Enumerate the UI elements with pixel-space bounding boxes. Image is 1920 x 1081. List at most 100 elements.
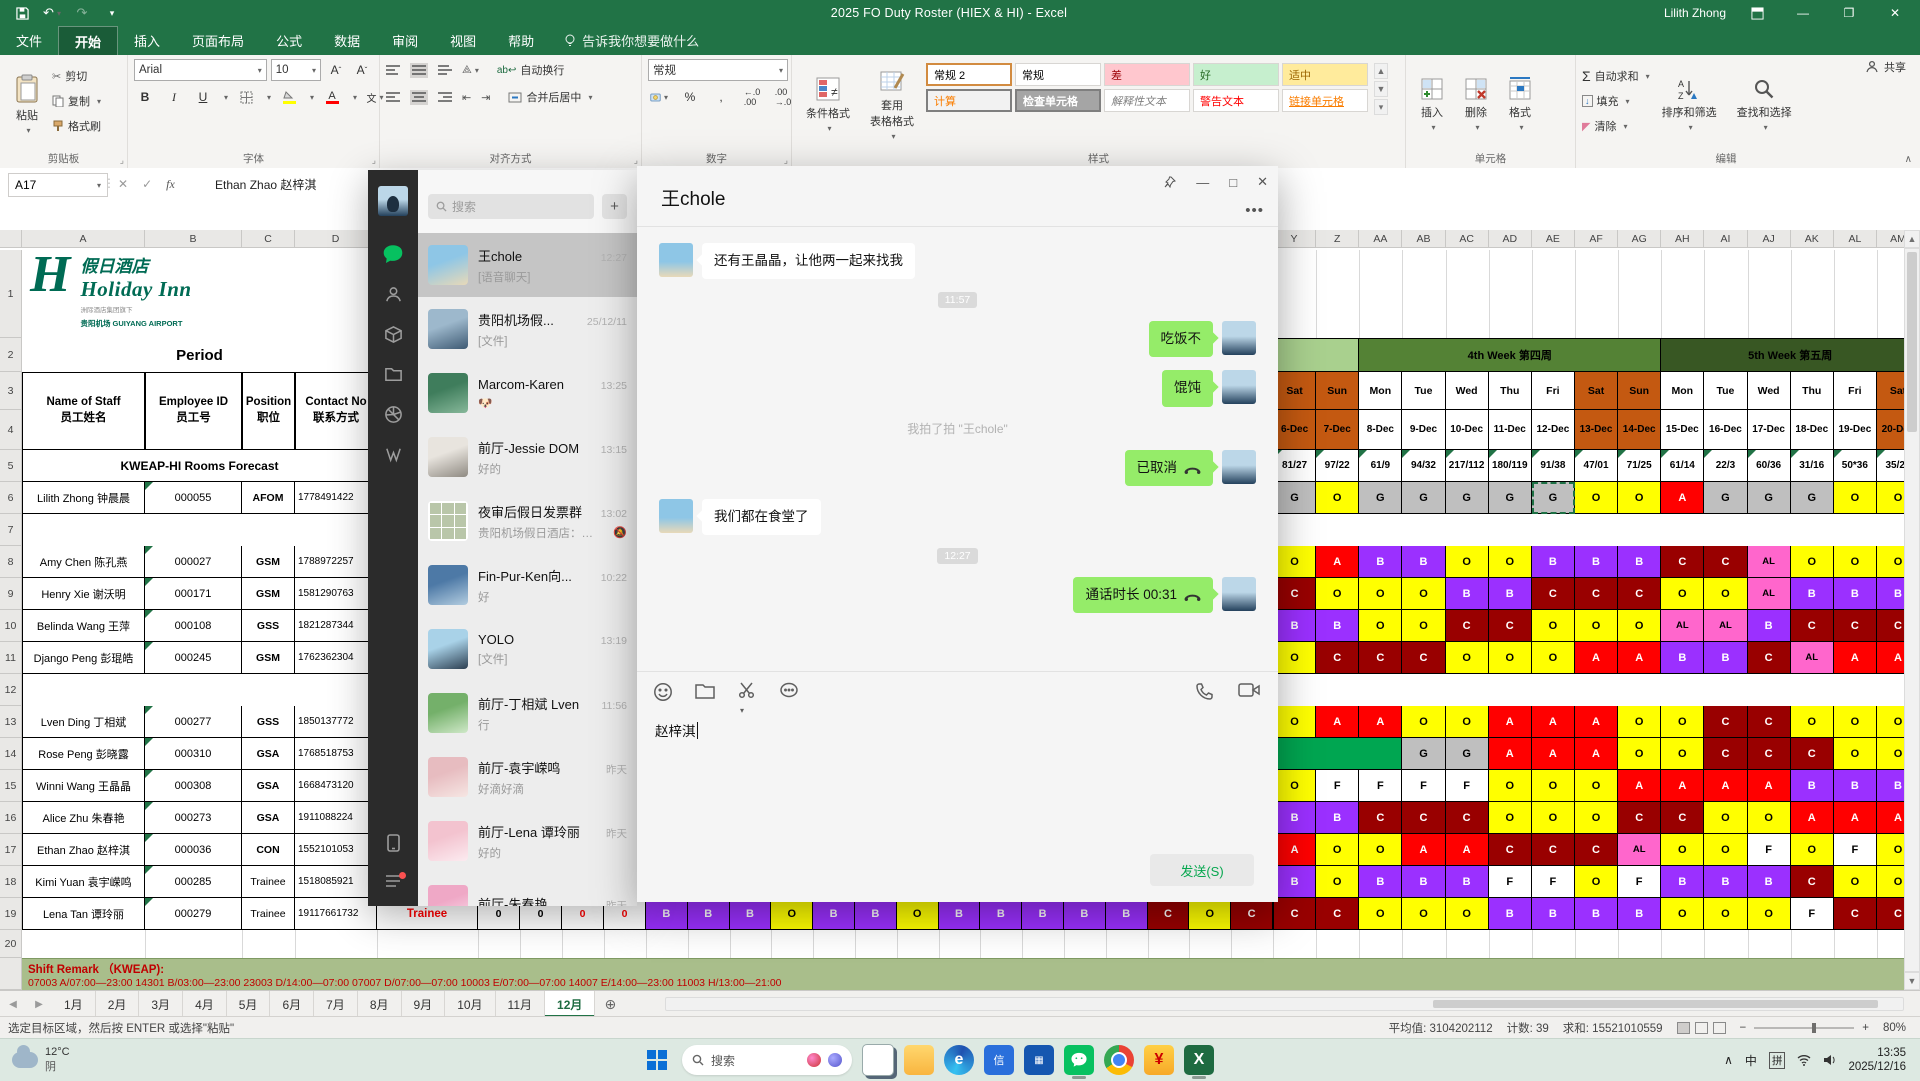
staff-name-cell[interactable]: Henry Xie 谢沃明 [22,578,145,610]
duty-cell[interactable]: C [1748,706,1791,738]
duty-cell[interactable]: B [1575,898,1618,930]
staff-id-cell[interactable]: 000285 [145,866,242,898]
forecast-cell[interactable]: 94/32 [1402,450,1445,482]
column-header-AI[interactable]: AI [1704,230,1747,248]
staff-contact-cell[interactable]: 1581290763 [295,578,377,610]
wechat-chats-icon[interactable] [368,234,418,274]
duty-cell[interactable]: A [1575,642,1618,674]
staff-id-cell[interactable]: 000055 [145,482,242,514]
duty-cell[interactable]: O [1575,482,1618,514]
duty-cell[interactable]: B [1489,578,1532,610]
column-header-Y[interactable]: Y [1273,230,1316,248]
row-header-9[interactable]: 9 [0,578,22,610]
forecast-cell[interactable]: 81/27 [1273,450,1316,482]
duty-cell[interactable]: O [1834,546,1877,578]
duty-cell[interactable]: O [1359,834,1402,866]
duty-cell[interactable]: G [1359,482,1402,514]
duty-cell[interactable]: O [1704,898,1747,930]
row-header-16[interactable]: 16 [0,802,22,834]
taskbar-clock[interactable]: 13:352025/12/16 [1848,1046,1906,1075]
chat-input-text[interactable]: 赵梓淇 [655,720,696,740]
message-avatar[interactable] [659,243,693,277]
staff-position-cell[interactable]: Trainee [242,898,295,930]
staff-id-cell[interactable]: 000171 [145,578,242,610]
duty-cell[interactable]: O [1532,770,1575,802]
duty-cell[interactable]: O [1661,898,1704,930]
wechat-miniprogram-icon[interactable] [368,434,418,474]
duty-cell[interactable]: A [1575,706,1618,738]
video-call-icon[interactable] [1238,682,1260,701]
day-header[interactable]: Wed [1446,372,1489,410]
duty-cell[interactable]: C [1704,706,1747,738]
duty-cell[interactable]: O [1273,706,1316,738]
sheet-tab-7月[interactable]: 7月 [314,991,358,1017]
duty-cell[interactable]: C [1148,898,1190,930]
row-header-15[interactable]: 15 [0,770,22,802]
message-avatar[interactable] [1222,321,1256,355]
duty-cell[interactable]: A [1618,642,1661,674]
duty-cell[interactable]: AL [1704,610,1747,642]
wechat-new-chat-button[interactable]: + [602,194,627,219]
zoom-level[interactable]: 80% [1883,1022,1906,1034]
staff-position-cell[interactable]: GSA [242,802,295,834]
duty-cell[interactable]: B [1446,866,1489,898]
chat-list-item[interactable]: 贵阳机场假...25/12/11[文件] [418,297,637,361]
duty-cell[interactable]: F [1359,770,1402,802]
staff-id-cell[interactable]: 000036 [145,834,242,866]
duty-cell[interactable]: B [646,898,688,930]
duty-cell[interactable]: O [1189,898,1231,930]
duty-cell[interactable]: B [1532,898,1575,930]
duty-cell[interactable]: AL [1661,610,1704,642]
day-header[interactable]: Mon [1661,372,1704,410]
duty-cell[interactable]: C [1489,834,1532,866]
normal-view-icon[interactable] [1677,1022,1690,1034]
staff-id-cell[interactable]: 000279 [145,898,242,930]
staff-contact-cell[interactable]: 19117661732 [295,898,377,930]
chat-more-icon[interactable]: ••• [1245,202,1264,219]
duty-cell[interactable]: O [1489,802,1532,834]
duty-cell[interactable]: C [1791,738,1834,770]
vscroll-thumb[interactable] [1907,252,1917,432]
sheet-tab-8月[interactable]: 8月 [358,991,402,1017]
day-header[interactable]: Thu [1791,372,1834,410]
duty-cell[interactable]: O [1618,738,1661,770]
duty-cell[interactable]: F [1532,866,1575,898]
staff-contact-cell[interactable]: 1911088224 [295,802,377,834]
staff-contact-cell[interactable]: 1850137772 [295,706,377,738]
duty-cell[interactable]: A [1489,706,1532,738]
duty-cell[interactable]: F [1316,770,1359,802]
duty-cell[interactable]: O [1489,770,1532,802]
duty-cell[interactable]: O [1273,642,1316,674]
staff-contact-cell[interactable]: 1668473120 [295,770,377,802]
duty-cell[interactable]: C [1489,610,1532,642]
date-header[interactable]: 14-Dec [1618,410,1661,450]
staff-id-cell[interactable]: 000310 [145,738,242,770]
row-header-18[interactable]: 18 [0,866,22,898]
screenshot-icon[interactable]: ▾ [737,682,757,718]
staff-name-cell[interactable]: Lilith Zhong 钟晨晨 [22,482,145,514]
day-header[interactable]: Tue [1704,372,1747,410]
staff-contact-cell[interactable]: 1778491422 [295,482,377,514]
voice-call-icon[interactable] [1195,682,1214,701]
duty-cell[interactable]: O [1273,546,1316,578]
wechat-search-input[interactable]: 搜索 [428,194,594,219]
column-header-C[interactable]: C [242,230,295,248]
duty-cell[interactable]: C [1532,578,1575,610]
duty-cell[interactable]: O [1791,546,1834,578]
duty-cell[interactable]: O [1748,802,1791,834]
duty-cell[interactable]: G [1748,482,1791,514]
staff-name-cell[interactable]: Rose Peng 彭晓露 [22,738,145,770]
row-header-10[interactable]: 10 [0,610,22,642]
duty-cell[interactable]: O [1489,642,1532,674]
date-header[interactable]: 16-Dec [1704,410,1747,450]
blue-app-icon[interactable]: 信 [984,1045,1014,1075]
staff-contact-cell[interactable]: 1788972257 [295,546,377,578]
column-header-AH[interactable]: AH [1661,230,1704,248]
day-header[interactable]: Sun [1316,372,1359,410]
column-header-D[interactable]: D [295,230,377,248]
duty-cell[interactable]: C [1359,642,1402,674]
duty-cell[interactable]: F [1489,866,1532,898]
duty-cell[interactable]: A [1748,770,1791,802]
duty-cell[interactable]: B [980,898,1022,930]
duty-cell[interactable]: O [1661,706,1704,738]
